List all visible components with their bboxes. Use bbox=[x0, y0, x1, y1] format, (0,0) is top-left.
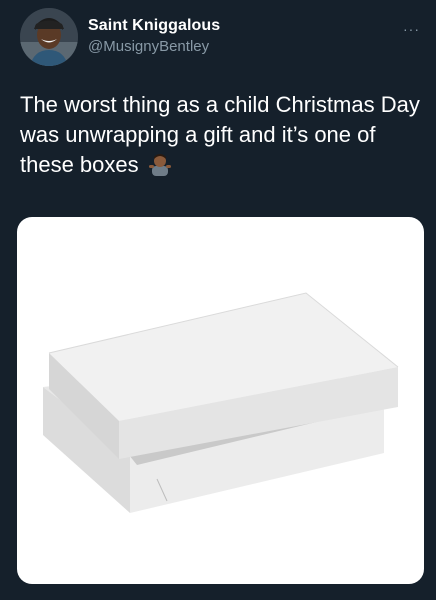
avatar-photo-icon bbox=[20, 8, 78, 66]
tweet-body: The worst thing as a child Christmas Day… bbox=[20, 92, 420, 177]
tweet-card: Saint Kniggalous @MusignyBentley ··· The… bbox=[0, 0, 436, 600]
user-handle[interactable]: @MusignyBentley bbox=[88, 37, 220, 57]
display-name[interactable]: Saint Kniggalous bbox=[88, 16, 220, 36]
man-shrugging-emoji-icon bbox=[148, 152, 171, 176]
white-gift-box-icon bbox=[43, 292, 399, 513]
author-names: Saint Kniggalous @MusignyBentley bbox=[88, 16, 220, 57]
more-options-icon[interactable]: ··· bbox=[403, 22, 420, 36]
tweet-media-image[interactable] bbox=[17, 217, 424, 584]
tweet-header: Saint Kniggalous @MusignyBentley ··· bbox=[20, 8, 422, 66]
avatar[interactable] bbox=[20, 8, 78, 66]
tweet-text: The worst thing as a child Christmas Day… bbox=[20, 90, 422, 180]
